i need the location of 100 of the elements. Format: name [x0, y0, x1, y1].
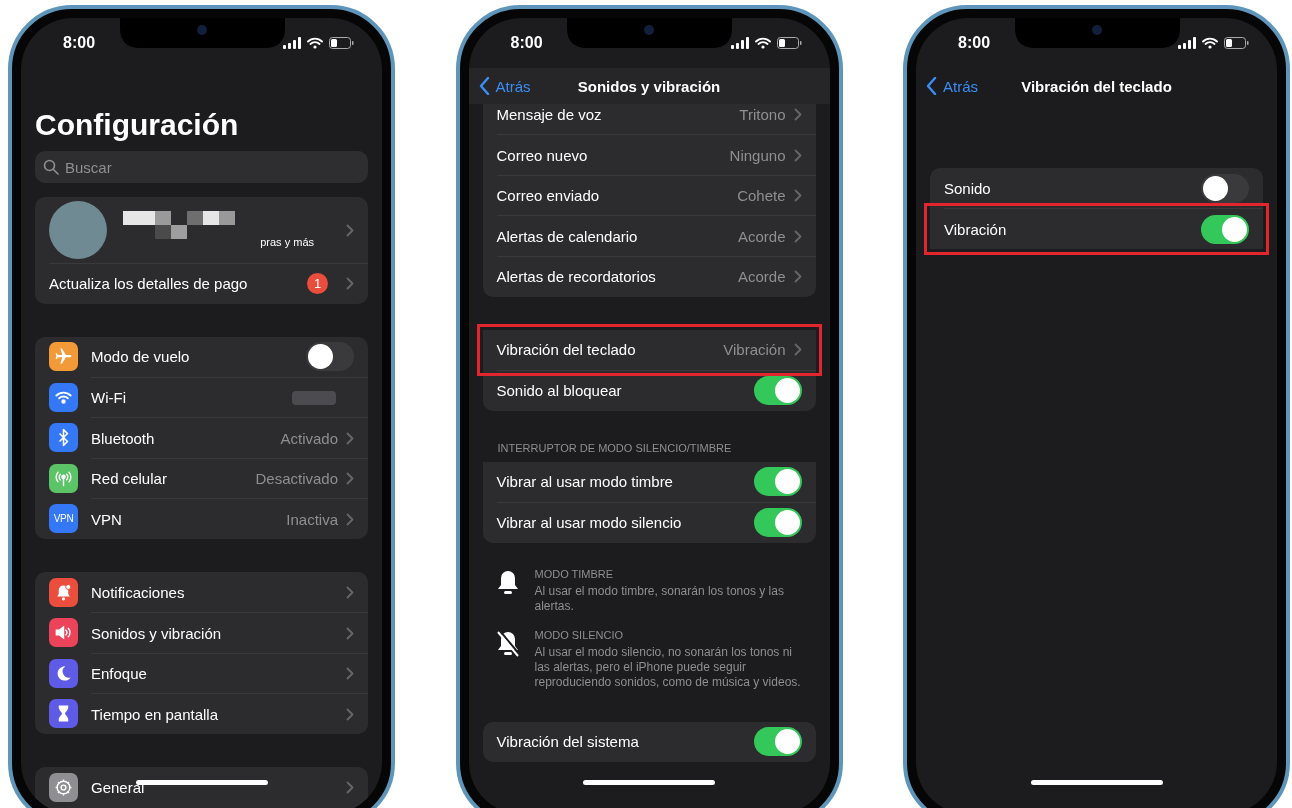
settings-row[interactable]: Vibrar al usar modo silencio [482, 502, 816, 543]
row-value: Tritono [739, 105, 786, 123]
row-label: General [91, 778, 145, 796]
vpn-icon: VPN [49, 504, 78, 534]
toggle-switch[interactable] [753, 467, 802, 497]
wifi-icon [1202, 37, 1218, 49]
battery-icon [776, 37, 802, 49]
screen-title: Vibración del teclado [1021, 77, 1172, 95]
chevron-icon [346, 667, 354, 681]
screen-title: Sonidos y vibración [577, 77, 721, 95]
row-label: VPN [91, 510, 122, 528]
toggle-switch[interactable] [1201, 173, 1249, 203]
row-label: Correo nuevo [496, 146, 588, 164]
row-label: Modo de vuelo [91, 348, 190, 366]
settings-row[interactable]: Alertas de recordatorios Acorde [482, 256, 816, 297]
row-label: Mensaje de voz [496, 105, 602, 123]
row-label: Sonidos y vibración [91, 624, 222, 642]
section-header: INTERRUPTOR DE MODO SILENCIO/TIMBRE [496, 440, 733, 456]
toggle-switch[interactable] [1201, 214, 1249, 244]
settings-row[interactable]: Actualiza los detalles de pago 1 [35, 263, 368, 304]
signal-icon [730, 37, 749, 49]
settings-row[interactable]: Alertas de calendario Acorde [482, 215, 816, 256]
note-title: MODO TIMBRE [534, 566, 615, 581]
row-label: Sonido [944, 179, 991, 197]
row-label: Vibración del sistema [496, 733, 639, 751]
chevron-icon [346, 223, 354, 237]
row-label: Sonido al bloquear [496, 382, 622, 400]
settings-row[interactable]: Mensaje de voz Tritono [482, 104, 816, 135]
signal-icon [1178, 37, 1196, 49]
settings-row[interactable]: Sonido al bloquear [482, 370, 816, 411]
back-button[interactable]: Atrás [478, 77, 531, 95]
settings-row[interactable]: Tiempo en pantalla [35, 693, 368, 734]
screen-title: Configuración [35, 107, 240, 143]
toggle-switch[interactable] [306, 342, 354, 372]
row-value: Acorde [737, 227, 786, 245]
photo-placeholder [49, 201, 107, 259]
toggle-switch[interactable] [753, 508, 802, 538]
row-label: Vibrar al usar modo timbre [496, 473, 673, 491]
row-label: Alertas de recordatorios [496, 268, 656, 286]
settings-row[interactable]: Enfoque [35, 653, 368, 694]
settings-row[interactable]: General [35, 767, 368, 808]
row-value: Vibración [723, 341, 786, 359]
status-time: 8:00 [958, 34, 991, 52]
settings-row[interactable]: Correo enviado Cohete [482, 175, 816, 216]
settings-row[interactable]: Vibración del sistema [482, 721, 816, 762]
row-value: Ninguno [729, 146, 786, 164]
settings-row[interactable]: Modo de vuelo [35, 336, 368, 377]
note-text: Al usar el modo timbre, sonarán los tonos y las alertas. [534, 583, 785, 614]
settings-row[interactable]: Correo nuevo Ninguno [482, 134, 816, 175]
row-value: Inactiva [286, 510, 338, 528]
chevron-icon [346, 707, 354, 721]
settings-row[interactable]: Red celular Desactivado [35, 458, 368, 499]
row-value: Activado [280, 429, 338, 447]
note-text: Al usar el modo silencio, no sonarán los tonos ni las alertas, pero el iPhone puede seguir reproduciendo sonidos, como de música y videos. [534, 644, 802, 690]
chevron-icon [346, 472, 354, 486]
wifi-icon [754, 37, 771, 49]
chevron-icon [346, 277, 354, 291]
blurred-value [292, 390, 336, 405]
row-label: Tiempo en pantalla [91, 705, 219, 723]
chevron-icon [346, 585, 354, 599]
settings-row[interactable]: Sonido [930, 168, 1263, 209]
settings-row[interactable]: Vibrar al usar modo timbre [482, 461, 816, 502]
row-label: Vibrar al usar modo silencio [496, 514, 682, 532]
chevron-icon [793, 107, 802, 121]
toggle-switch[interactable] [753, 376, 802, 406]
row-label: Correo enviado [496, 187, 600, 205]
settings-row[interactable]: Wi-Fi [35, 377, 368, 418]
chevron-icon [346, 780, 354, 794]
bell-slash-icon [494, 629, 521, 658]
note-title: MODO SILENCIO [534, 627, 625, 642]
chevron-icon [346, 431, 354, 445]
search-field[interactable]: Buscar [35, 151, 368, 183]
row-value: Acorde [737, 268, 786, 286]
chevron-icon [793, 189, 802, 203]
chevron-icon [793, 148, 802, 162]
settings-row[interactable]: pras y más [35, 197, 368, 263]
chevron-icon [793, 270, 802, 284]
battery-icon [329, 37, 354, 49]
row-label: Red celular [91, 470, 167, 488]
settings-row[interactable]: VPN VPN Inactiva [35, 498, 368, 539]
row-label: Bluetooth [91, 429, 155, 447]
row-label: Notificaciones [91, 583, 185, 601]
status-time: 8:00 [63, 34, 96, 52]
chevron-icon [793, 229, 802, 243]
settings-row[interactable]: Sonidos y vibración [35, 612, 368, 653]
row-value: Desactivado [255, 470, 338, 488]
notification-badge: 1 [307, 273, 328, 295]
row-label: Actualiza los detalles de pago [49, 275, 248, 293]
row-label: Vibración [944, 220, 1007, 238]
row-label: Alertas de calendario [496, 227, 638, 245]
settings-row[interactable]: Bluetooth Activado [35, 417, 368, 458]
back-chevron-icon [926, 77, 937, 95]
settings-row[interactable]: Notificaciones [35, 572, 368, 613]
row-label: Enfoque [91, 665, 147, 683]
chevron-icon [346, 512, 354, 526]
toggle-switch[interactable] [753, 727, 802, 757]
row-value: Cohete [737, 187, 786, 205]
signal-icon [283, 37, 301, 49]
back-button[interactable]: Atrás [926, 77, 978, 95]
profile-subtitle: pras y más [260, 236, 314, 248]
